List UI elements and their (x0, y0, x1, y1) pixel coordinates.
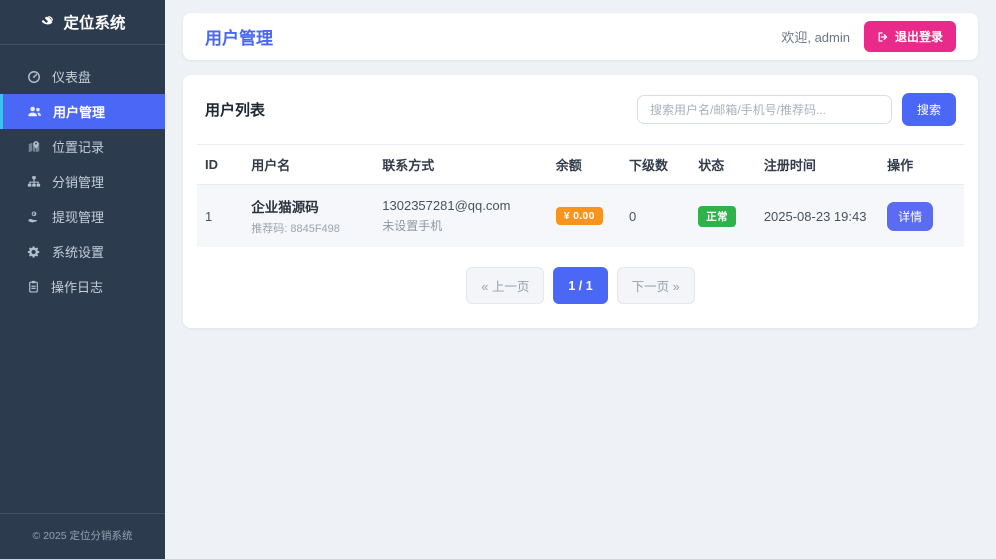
sidebar-item-distribution[interactable]: 分销管理 (0, 164, 165, 199)
logout-label: 退出登录 (894, 30, 943, 44)
cell-registered: 2025-08-23 19:43 (763, 208, 867, 224)
col-header-balance: 余额 (547, 144, 621, 185)
sidebar-item-settings[interactable]: 系统设置 (0, 234, 165, 269)
prev-page-button[interactable]: « 上一页 (466, 267, 545, 304)
balance-badge: ¥ 0.00 (555, 207, 603, 225)
logout-button[interactable]: 退出登录 (863, 21, 956, 52)
phone-text: 未设置手机 (382, 219, 443, 233)
col-header-actions: 操作 (879, 144, 964, 185)
cell-contact: 1302357281@qq.com 未设置手机 (374, 185, 547, 248)
sidebar-item-label: 系统设置 (52, 245, 105, 260)
app-title: 定位系统 (63, 15, 126, 32)
map-location-icon (27, 140, 41, 154)
users-icon (27, 104, 42, 119)
col-header-contact: 联系方式 (374, 144, 548, 185)
hand-money-icon (27, 210, 41, 224)
users-table: ID 用户名 联系方式 余额 下级数 状态 注册时间 操作 1 企业猫源码 推荐… (197, 144, 964, 247)
cell-subordinates: 0 (628, 208, 637, 224)
users-table-head: ID 用户名 联系方式 余额 下级数 状态 注册时间 操作 (197, 144, 964, 185)
sidebar-item-users[interactable]: 用户管理 (0, 94, 165, 129)
gauge-icon (27, 70, 41, 84)
username-text: 企业猫源码 (251, 200, 319, 215)
next-page-button[interactable]: 下一页 » (616, 267, 695, 304)
sidebar-item-withdrawals[interactable]: 提现管理 (0, 199, 165, 234)
cell-status: 正常 (690, 185, 756, 248)
search-area: 搜索 (636, 93, 956, 126)
sidebar: 定位系统 仪表盘 用户管理 位置记录 分销管理 提现管理 系统设置 操作日志 ©… (0, 0, 165, 559)
sidebar-item-label: 用户管理 (53, 105, 106, 120)
col-header-id: ID (197, 144, 244, 185)
pagination: « 上一页 1 / 1 下一页 » (197, 267, 964, 304)
panel-title: 用户列表 (205, 102, 266, 119)
status-badge: 正常 (698, 205, 736, 227)
page-title: 用户管理 (205, 29, 273, 48)
sidebar-item-dashboard[interactable]: 仪表盘 (0, 59, 165, 94)
satellite-dish-icon (39, 14, 55, 30)
sidebar-item-label: 仪表盘 (52, 70, 92, 85)
panel-header: 用户列表 搜索 (197, 91, 964, 144)
col-header-username: 用户名 (243, 144, 375, 185)
referral-code-text: 推荐码: 8845F498 (251, 223, 340, 235)
sidebar-item-label: 位置记录 (52, 140, 105, 155)
email-text: 1302357281@qq.com (382, 198, 511, 213)
sidebar-item-label: 操作日志 (51, 280, 104, 295)
cell-balance: ¥ 0.00 (548, 185, 621, 248)
topbar: 用户管理 欢迎, admin 退出登录 (183, 13, 978, 60)
sidebar-item-label: 分销管理 (52, 175, 105, 190)
topbar-right: 欢迎, admin 退出登录 (781, 21, 956, 52)
sidebar-item-locations[interactable]: 位置记录 (0, 129, 165, 164)
cell-id: 1 (205, 208, 213, 224)
welcome-text: 欢迎, admin (781, 30, 850, 45)
table-row: 1 企业猫源码 推荐码: 8845F498 1302357281@qq.com … (197, 184, 964, 248)
col-header-subordinates: 下级数 (620, 144, 691, 185)
main-area: 用户管理 欢迎, admin 退出登录 用户列表 搜索 ID 用户名 (165, 0, 996, 559)
user-list-panel: 用户列表 搜索 ID 用户名 联系方式 余额 下级数 状态 注册时间 操作 (183, 75, 978, 328)
sidebar-item-label: 提现管理 (52, 210, 105, 225)
sidebar-nav: 仪表盘 用户管理 位置记录 分销管理 提现管理 系统设置 操作日志 (0, 59, 165, 304)
current-page-indicator[interactable]: 1 / 1 (553, 267, 608, 304)
sign-out-icon (877, 31, 889, 43)
cell-actions: 详情 (879, 185, 964, 248)
sidebar-item-logs[interactable]: 操作日志 (0, 269, 165, 304)
sidebar-footer-copyright: © 2025 定位分销系统 (0, 513, 165, 559)
clipboard-icon (27, 280, 40, 293)
app-logo: 定位系统 (0, 0, 165, 45)
gears-icon (27, 245, 41, 259)
detail-button[interactable]: 详情 (887, 201, 934, 231)
sitemap-icon (27, 175, 41, 189)
col-header-registered: 注册时间 (755, 144, 880, 185)
search-input[interactable] (636, 95, 892, 124)
col-header-status: 状态 (690, 144, 756, 185)
cell-username: 企业猫源码 推荐码: 8845F498 (243, 185, 374, 248)
search-button[interactable]: 搜索 (901, 93, 956, 126)
